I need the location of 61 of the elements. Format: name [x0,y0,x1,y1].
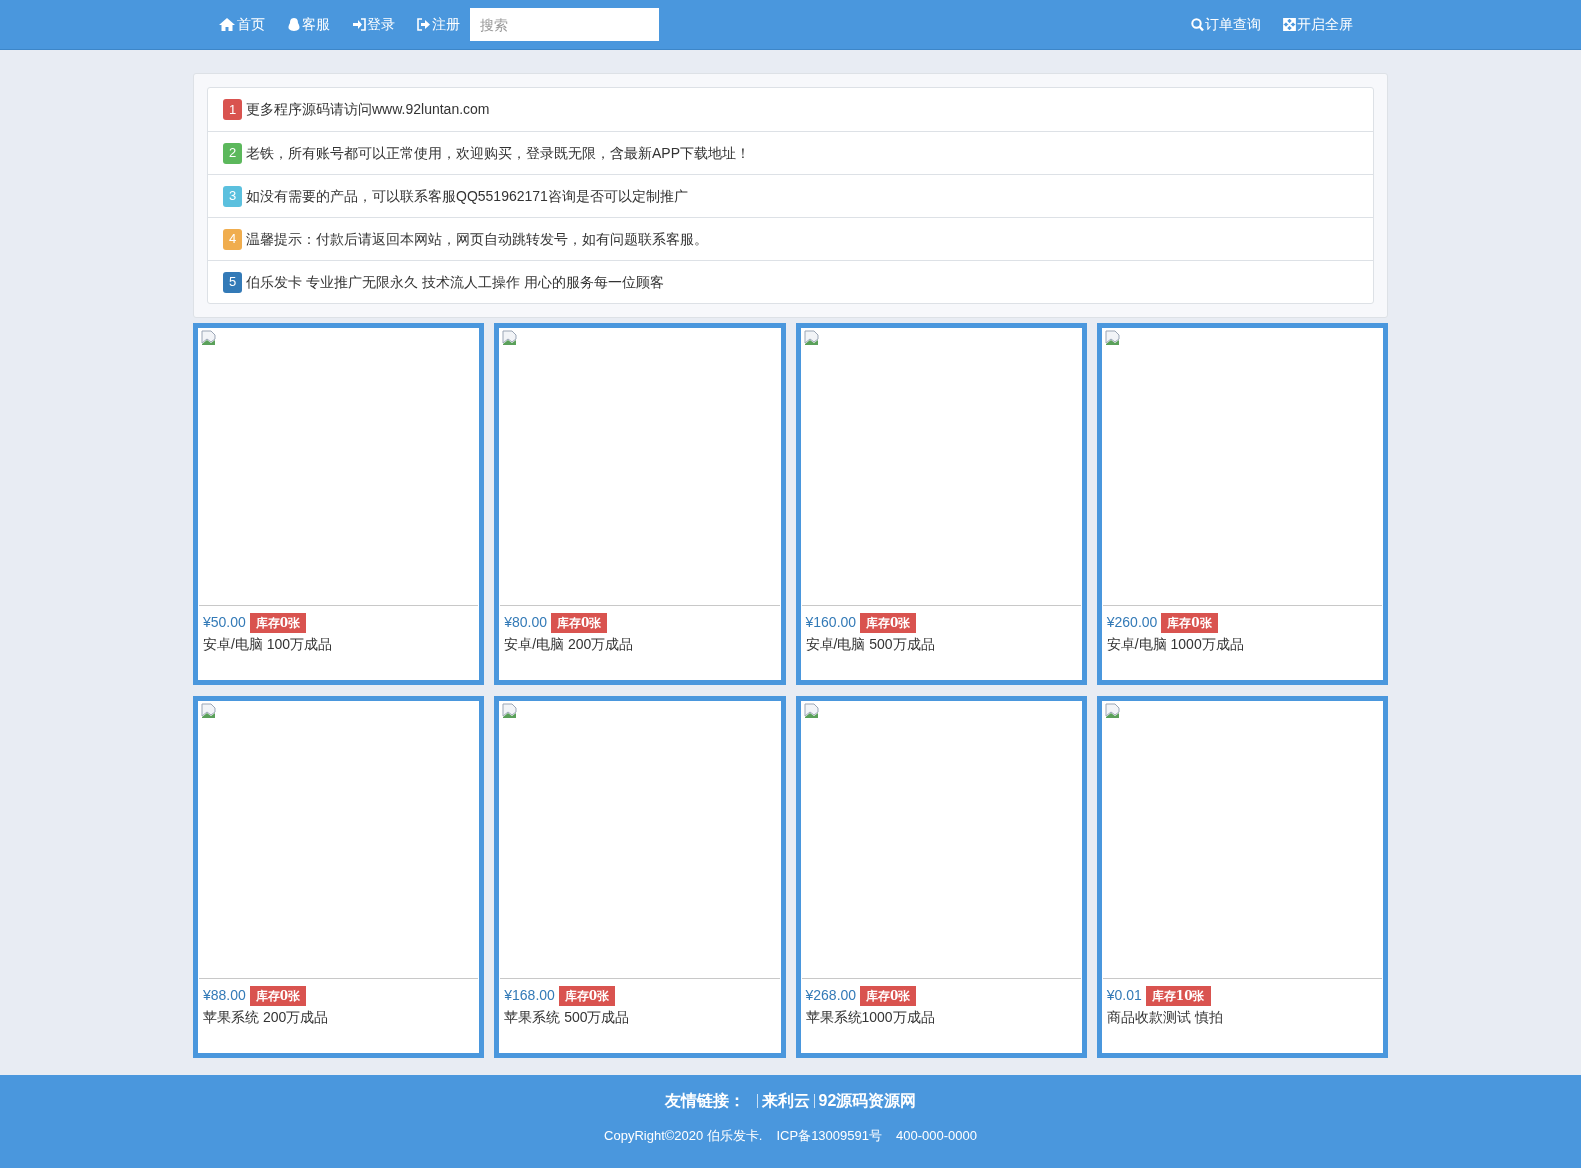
number-badge: 2 [223,142,242,164]
number-badge: 1 [223,99,242,120]
broken-image-icon [1104,330,1121,346]
phone-number: 400-000-0000 [896,1127,977,1145]
links-label: 友情链接： [664,1091,745,1111]
product-card[interactable]: ¥88.00 库存0张 苹果系统 200万成品 [193,696,485,1058]
stock-badge: 库存0张 [1161,612,1218,633]
product-price: ¥260.00 [1106,613,1158,632]
broken-image-icon [1104,703,1121,719]
sign-out-icon [417,18,431,31]
product-price: ¥50.00 [203,613,246,632]
product-price: ¥160.00 [805,613,857,632]
home-icon [218,17,236,32]
stock-badge: 库存0张 [249,612,307,633]
product-name: 苹果系统 200万成品 [202,1008,330,1027]
product-price: ¥268.00 [805,986,857,1005]
product-card[interactable]: ¥80.00 库存0张 安卓/电脑 200万成品 [494,323,786,685]
product-card[interactable]: ¥268.00 库存0张 苹果系统1000万成品 [795,696,1087,1058]
product-name: 安卓/电脑 100万成品 [202,635,334,654]
product-name: 苹果系统 500万成品 [503,1008,631,1027]
broken-image-icon [803,703,820,719]
number-badge: 4 [223,228,242,250]
stock-badge: 库存0张 [558,985,616,1006]
product-card[interactable]: ¥160.00 库存0张 安卓/电脑 500万成品 [795,323,1087,685]
sign-in-icon [352,18,366,31]
expand-icon [1283,18,1296,31]
product-name: 安卓/电脑 200万成品 [503,635,635,654]
stock-badge: 库存0张 [860,985,917,1006]
broken-image-icon [502,330,519,346]
broken-image-icon [201,330,217,346]
stock-badge: 库存0张 [860,612,917,633]
stock-badge: 库存0张 [551,612,608,633]
product-price: ¥0.01 [1106,986,1142,1005]
penguin-icon [287,17,301,32]
broken-image-icon [201,703,217,719]
product-name: 商品收款测试 慎拍 [1105,1008,1224,1027]
product-name: 苹果系统1000万成品 [804,1008,936,1027]
broken-image-icon [502,703,519,719]
icp-text: ICP备13009591号 [776,1127,882,1145]
product-card[interactable]: ¥0.01 库存10张 商品收款测试 慎拍 [1096,696,1388,1058]
number-badge: 3 [223,185,242,207]
notice-text: 伯乐发卡 专业推广无限永久 技术流人工操作 用心的服务每一位顾客 [246,272,664,292]
product-name: 安卓/电脑 1000万成品 [1105,635,1245,654]
product-card[interactable]: ¥168.00 库存0张 苹果系统 500万成品 [494,696,786,1058]
notice-text: 如没有需要的产品，可以联系客服QQ551962171咨询是否可以定制推广 [246,186,688,206]
search-icon [1191,17,1204,32]
notice-text: 老铁，所有账号都可以正常使用，欢迎购买，登录既无限，含最新APP下载地址！ [246,143,750,163]
product-card[interactable]: ¥260.00 库存0张 安卓/电脑 1000万成品 [1096,323,1388,685]
stock-badge: 库存10张 [1145,985,1211,1006]
notice-text: 温馨提示：付款后请返回本网站，网页自动跳转发号，如有问题联系客服。 [246,229,708,249]
copyright-text: CopyRight©2020 伯乐发卡. [604,1127,763,1145]
product-card[interactable]: ¥50.00 库存0张 安卓/电脑 100万成品 [193,323,485,685]
broken-image-icon [803,330,820,346]
product-price: ¥168.00 [504,986,555,1005]
product-price: ¥80.00 [504,613,548,632]
number-badge: 5 [223,271,242,293]
notice-text: 更多程序源码请访问www.92luntan.com [246,100,490,119]
stock-badge: 库存0张 [249,985,307,1006]
product-price: ¥88.00 [203,986,246,1005]
search-field[interactable]: 搜索 [470,8,659,41]
product-name: 安卓/电脑 500万成品 [804,635,936,654]
